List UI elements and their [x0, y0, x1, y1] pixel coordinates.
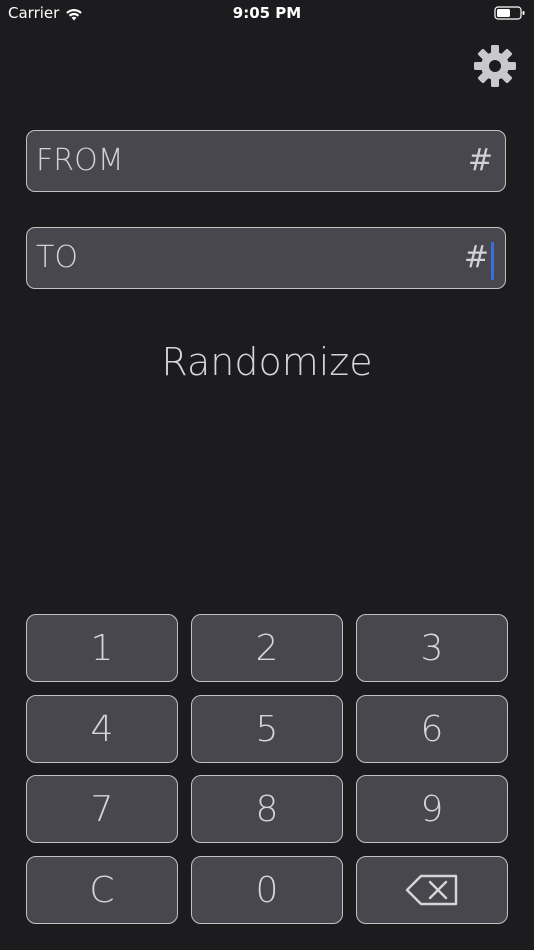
- key-4[interactable]: 4: [26, 695, 178, 763]
- from-field[interactable]: FROM #: [26, 130, 506, 192]
- from-hash-suffix: #: [467, 143, 493, 178]
- settings-button[interactable]: [472, 43, 518, 89]
- backspace-icon: [405, 874, 458, 906]
- clear-button[interactable]: C: [26, 856, 178, 924]
- status-bar: Carrier 9:05 PM: [0, 0, 534, 28]
- randomize-button[interactable]: Randomize: [0, 340, 534, 384]
- key-3[interactable]: 3: [356, 614, 508, 682]
- gear-icon: [474, 45, 516, 87]
- key-6[interactable]: 6: [356, 695, 508, 763]
- key-9[interactable]: 9: [356, 775, 508, 843]
- key-2[interactable]: 2: [191, 614, 343, 682]
- battery-icon: [494, 6, 525, 20]
- key-5[interactable]: 5: [191, 695, 343, 763]
- key-1[interactable]: 1: [26, 614, 178, 682]
- key-8[interactable]: 8: [191, 775, 343, 843]
- to-field[interactable]: TO #: [26, 227, 506, 289]
- key-0[interactable]: 0: [191, 856, 343, 924]
- backspace-button[interactable]: [356, 856, 508, 924]
- key-7[interactable]: 7: [26, 775, 178, 843]
- clock-time: 9:05 PM: [232, 4, 302, 22]
- to-placeholder: TO: [36, 240, 78, 275]
- number-keypad: 1 2 3 4 5 6 7 8 9 C 0: [26, 614, 508, 924]
- to-hash-suffix: #: [463, 240, 489, 275]
- text-cursor: [491, 242, 494, 280]
- from-placeholder: FROM: [36, 143, 124, 178]
